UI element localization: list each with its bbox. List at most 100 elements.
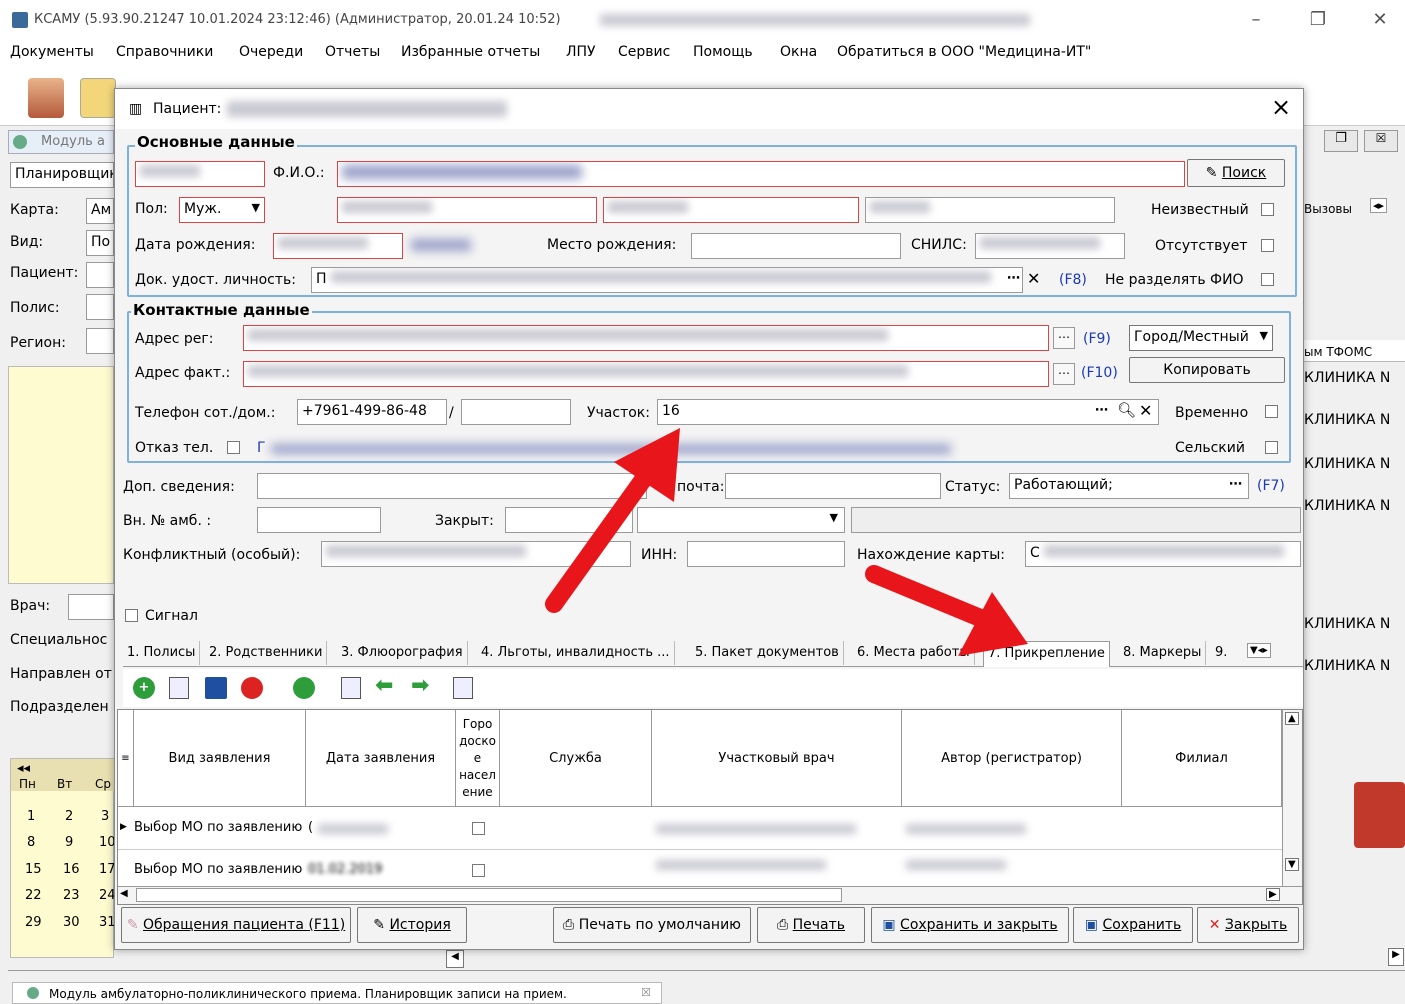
grid-hscroll[interactable]: ◀ ▶ [118,886,1302,904]
doctor-icon[interactable] [28,78,64,118]
region-field[interactable] [86,328,114,354]
tab-workplaces[interactable]: 6. Места работы [853,641,975,665]
temp-checkbox[interactable] [1265,405,1278,418]
delete-icon[interactable] [241,677,263,699]
menu-contact[interactable]: Обратиться в ООО "Медицина-ИТ" [837,44,1091,60]
calendar-day[interactable]: 9 [65,835,73,850]
phone-home-field[interactable] [461,399,571,425]
status-field[interactable]: Работающий; [1009,473,1249,499]
grid-header-doctor[interactable]: Участковый врач [652,710,902,806]
district-field[interactable]: 16 [657,399,1159,425]
calendar-day[interactable]: 15 [25,862,42,877]
grid-header-date[interactable]: Дата заявления [306,710,456,806]
close-window-icon[interactable]: ✕ [1360,6,1400,34]
close-button[interactable]: ✕ Закрыть [1197,907,1299,943]
unknown-checkbox[interactable] [1261,203,1274,216]
doc-icon[interactable] [341,677,361,699]
maximize-icon[interactable]: ❐ [1298,6,1338,34]
refresh-icon[interactable] [293,677,315,699]
doc-field[interactable]: П [311,267,1023,293]
sex-select[interactable]: Муж. ▼ [179,197,265,223]
minimize-icon[interactable]: – [1236,6,1276,34]
row-city-checkbox[interactable] [472,822,485,835]
doc2-icon[interactable] [453,677,473,699]
doc-dots-icon[interactable]: ⋯ [1007,271,1020,286]
kind-field[interactable]: По [86,230,114,256]
scroll-down-icon[interactable]: ▼ [1285,858,1299,871]
tab-fluorography[interactable]: 3. Флюорография [337,641,468,665]
module-tab[interactable]: Модуль а [8,130,114,154]
history-button[interactable]: ✎ История [357,907,467,943]
row-city-checkbox[interactable] [472,864,485,877]
arrow-left-icon[interactable]: ⬅ [375,673,393,698]
dob-field[interactable] [273,233,403,259]
tab-scroll-icon[interactable]: ▼◂▸ [1247,643,1271,658]
rural-checkbox[interactable] [1265,441,1278,454]
phone-field[interactable]: +7961-499-86-48 [297,399,447,425]
card-location-field[interactable]: С [1025,541,1301,567]
tab-attachment[interactable]: 7. Прикрепление [983,641,1110,667]
fio-field[interactable] [337,161,1185,187]
tab-markers[interactable]: 8. Маркеры [1119,641,1207,665]
menu-directories[interactable]: Справочники [116,44,213,60]
calendar-day[interactable]: 8 [27,835,35,850]
snils-field[interactable] [975,233,1125,259]
calendar-day[interactable]: 2 [65,809,73,824]
tab-close-icon[interactable]: ☒ [641,986,651,999]
planner-field[interactable]: Планировщик [10,162,114,188]
scroll-right-icon[interactable]: ▶ [1266,888,1280,901]
visits-button[interactable]: ✎ Обращения пациента (F11) [121,907,351,943]
calendar-day[interactable]: 16 [63,862,80,877]
save-close-button[interactable]: ▣ Сохранить и закрыть [871,907,1069,943]
table-row[interactable]: Выбор МО по заявлению 01.02.2019 [118,850,1282,886]
refuse-checkbox[interactable] [227,441,240,454]
calendar-prev-icon[interactable]: ◂◂ [17,761,30,776]
tab-more[interactable]: 9. [1211,641,1231,665]
patient-bg-field[interactable] [86,262,114,288]
absent-checkbox[interactable] [1261,239,1274,252]
birthplace-field[interactable] [691,233,901,259]
district-search-icon[interactable]: 🔍︎ [1117,401,1136,419]
calendar-day[interactable]: 23 [63,888,80,903]
notes-icon[interactable] [80,78,116,118]
grid-header-author[interactable]: Автор (регистратор) [902,710,1122,806]
scroll-left-icon[interactable]: ◀ [120,888,128,899]
grid-header-kind[interactable]: Вид заявления [134,710,306,806]
menu-favorite-reports[interactable]: Избранные отчеты [401,44,540,60]
calendar-day[interactable]: 30 [63,915,80,930]
edit-icon[interactable] [169,677,189,699]
closed-reason-select[interactable]: ▼ [637,507,845,533]
tab-documents[interactable]: 5. Пакет документов [691,641,844,665]
grid-header-city[interactable]: Горо доско е насел ение [456,710,500,806]
menu-windows[interactable]: Окна [780,44,817,60]
surname-part-field[interactable] [337,197,597,223]
menu-documents[interactable]: Документы [10,44,94,60]
nosplit-checkbox[interactable] [1261,273,1274,286]
search-button[interactable]: ✎ Поиск [1187,159,1285,187]
save-button[interactable]: ▣ Сохранить [1073,907,1193,943]
bottom-task-tab[interactable]: Модуль амбулаторно-поликлинического прие… [12,982,662,1004]
tab-relatives[interactable]: 2. Родственники [205,641,328,665]
menu-lpu[interactable]: ЛПУ [566,44,596,60]
district-dots-icon[interactable]: ⋯ [1095,403,1108,418]
district-clear-icon[interactable]: ✕ [1139,401,1152,420]
print-default-button[interactable]: ⎙ Печать по умолчанию [553,907,751,943]
menu-queues[interactable]: Очереди [239,44,303,60]
calendar-day[interactable]: 3 [101,809,109,824]
tab-policies[interactable]: 1. Полисы [123,641,201,665]
extra-field[interactable] [257,473,647,499]
conflict-field[interactable] [321,541,631,567]
scroll-up-icon[interactable]: ▲ [1285,712,1299,725]
patronymic-part-field[interactable] [865,197,1115,223]
card-field[interactable]: Ам [86,198,114,224]
calendar-day[interactable]: 22 [25,888,42,903]
city-select[interactable]: Город/Местный ▼ [1129,325,1273,351]
scroll-right-icon[interactable]: ▶ [1388,948,1404,966]
add-icon[interactable]: + [133,677,155,699]
addr-fact-dots-button[interactable]: ⋯ [1053,363,1075,385]
closed-field[interactable] [505,507,633,533]
close-panel-icon[interactable]: ☒ [1364,130,1398,152]
calendar-day[interactable]: 1 [27,809,35,824]
policy-field[interactable] [86,294,114,320]
card-number-field[interactable] [135,161,265,187]
